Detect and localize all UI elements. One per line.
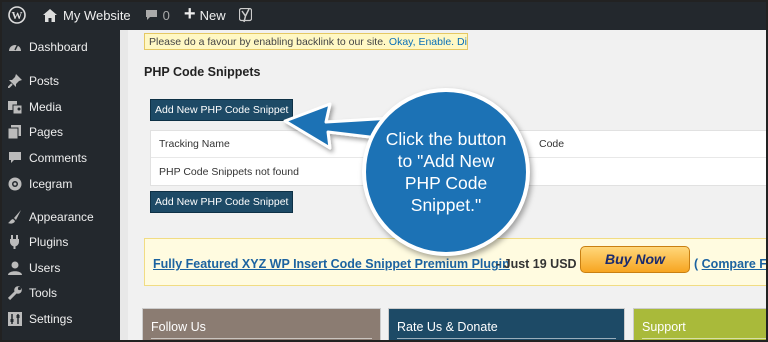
callout-text: Click the button to "Add New PHP Code Sn…: [385, 129, 507, 215]
callout-bubble: Click the button to "Add New PHP Code Sn…: [362, 88, 530, 256]
